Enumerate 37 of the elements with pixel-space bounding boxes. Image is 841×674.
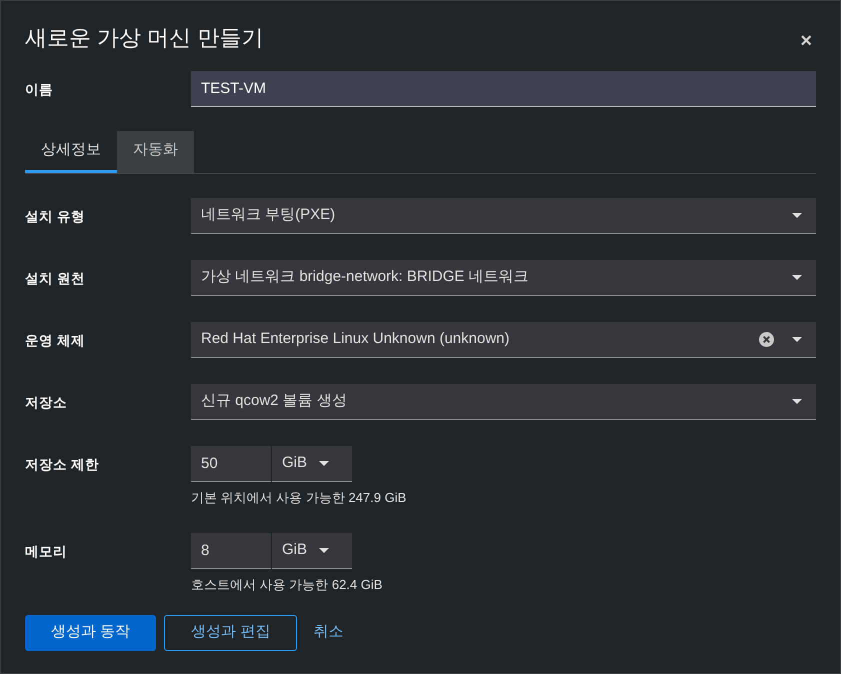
caret-icon bbox=[792, 398, 802, 404]
select-value: 신규 qcow2 볼륨 생성 bbox=[201, 390, 348, 411]
unit-select[interactable]: GiB bbox=[272, 533, 352, 569]
dropdown-select[interactable]: Red Hat Enterprise Linux Unknown (unknown) bbox=[191, 322, 816, 358]
number-input[interactable]: 50 bbox=[191, 446, 271, 482]
field-label: 이름 bbox=[25, 81, 54, 99]
dropdown-select[interactable]: 가상 네트워크 bridge-network: BRIDGE 네트워크 bbox=[191, 260, 816, 296]
name-input[interactable]: TEST-VM bbox=[191, 71, 816, 107]
field-label: 설치 유형 bbox=[25, 208, 86, 226]
caret-icon bbox=[319, 460, 330, 466]
field-label: 메모리 bbox=[25, 543, 68, 561]
tab[interactable]: 자동화 bbox=[117, 131, 194, 172]
field-label: 설치 원천 bbox=[25, 270, 86, 288]
dialog-title: 새로운 가상 머신 만들기 bbox=[25, 25, 264, 52]
secondary-button[interactable]: 생성과 편집 bbox=[164, 614, 298, 650]
caret-icon bbox=[319, 548, 330, 553]
helper-text: 기본 위치에서 사용 가능한 247.9 GiB bbox=[191, 488, 408, 506]
cancel-link[interactable]: 취소 bbox=[305, 614, 352, 650]
caret-icon bbox=[792, 274, 802, 280]
close-button[interactable]: × bbox=[796, 29, 816, 53]
select-value: 가상 네트워크 bridge-network: BRIDGE 네트워크 bbox=[201, 266, 530, 287]
caret-icon bbox=[792, 336, 802, 342]
number-input[interactable]: 8 bbox=[191, 533, 271, 569]
dropdown-select[interactable]: 신규 qcow2 볼륨 생성 bbox=[191, 384, 816, 420]
unit-value: GiB bbox=[282, 452, 308, 473]
caret-icon bbox=[792, 212, 802, 218]
field-label: 저장소 제한 bbox=[25, 456, 100, 474]
dropdown-select[interactable]: 네트워크 부팅(PXE) bbox=[191, 198, 816, 234]
select-value: 네트워크 부팅(PXE) bbox=[201, 204, 336, 225]
primary-button[interactable]: 생성과 동작 bbox=[25, 614, 156, 650]
field-label: 운영 체제 bbox=[25, 332, 86, 350]
unit-value: GiB bbox=[282, 540, 308, 560]
unit-select[interactable]: GiB bbox=[272, 446, 352, 482]
field-label: 저장소 bbox=[25, 394, 68, 412]
helper-text: 호스트에서 사용 가능한 62.4 GiB bbox=[191, 576, 384, 594]
select-value: Red Hat Enterprise Linux Unknown (unknown) bbox=[201, 328, 510, 349]
clear-icon[interactable] bbox=[759, 332, 774, 346]
